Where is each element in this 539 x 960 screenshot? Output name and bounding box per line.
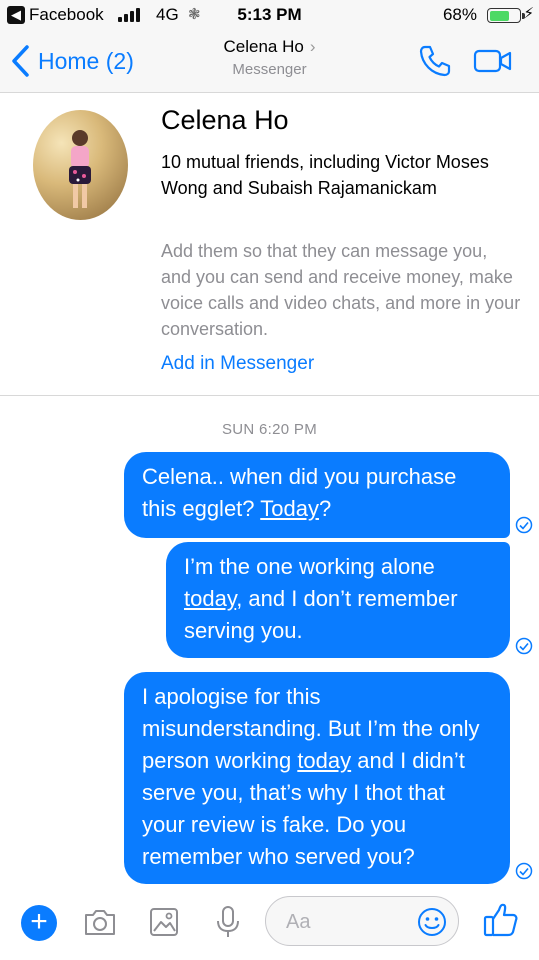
message-bubble[interactable]: Celena.. when did you purchase this eggl… bbox=[124, 452, 510, 538]
conversation-subtitle: Messenger bbox=[232, 61, 307, 78]
message-composer: + Aa bbox=[0, 888, 539, 960]
profile-photo bbox=[69, 130, 91, 208]
message-link[interactable]: Today bbox=[260, 496, 319, 521]
conversation-title[interactable]: Celena Ho › Messenger bbox=[0, 37, 539, 78]
camera-icon[interactable] bbox=[82, 904, 118, 940]
emoji-icon[interactable] bbox=[416, 906, 448, 938]
microphone-icon[interactable] bbox=[210, 904, 246, 940]
message-input-placeholder: Aa bbox=[286, 911, 311, 933]
add-info-text: Add them so that they can message you, a… bbox=[161, 241, 521, 339]
nav-bar: Home (2) Celena Ho › Messenger bbox=[0, 30, 539, 93]
read-receipt-icon bbox=[515, 862, 533, 880]
gallery-icon[interactable] bbox=[146, 904, 182, 940]
message-text: I’m the one working alone bbox=[184, 554, 435, 579]
plus-button[interactable]: + bbox=[21, 905, 57, 941]
profile-name: Celena Ho bbox=[161, 105, 289, 135]
message-text: ? bbox=[318, 496, 332, 521]
contact-profile-card: Celena Ho 10 mutual friends, including V… bbox=[0, 93, 539, 396]
contact-name: Celena Ho bbox=[223, 37, 304, 56]
read-receipt-icon bbox=[515, 516, 533, 534]
message-link[interactable]: today bbox=[184, 586, 236, 611]
read-receipt-icon bbox=[515, 637, 533, 655]
battery-icon bbox=[487, 8, 525, 23]
status-bar: ◀ Facebook 4G ❃ 5:13 PM 68% ⚡︎ bbox=[0, 0, 539, 30]
charging-icon: ⚡︎ bbox=[523, 5, 534, 22]
message-bubble[interactable]: I apologise for this misunderstanding. B… bbox=[124, 672, 510, 884]
message-timestamp: SUN 6:20 PM bbox=[222, 421, 317, 438]
message-bubble[interactable]: I’m the one working alone today, and I d… bbox=[166, 542, 510, 658]
message-input[interactable]: Aa bbox=[265, 896, 459, 946]
add-in-messenger-link[interactable]: Add in Messenger bbox=[161, 353, 314, 375]
avatar[interactable] bbox=[33, 110, 128, 220]
chevron-right-icon: › bbox=[309, 37, 316, 56]
battery-percent: 68% bbox=[442, 5, 477, 24]
message-link[interactable]: today bbox=[297, 748, 351, 773]
mutual-friends-text: 10 mutual friends, including Victor Mose… bbox=[161, 152, 489, 198]
video-camera-icon[interactable] bbox=[473, 48, 513, 74]
like-thumbs-up-icon[interactable] bbox=[481, 900, 521, 940]
phone-icon[interactable] bbox=[418, 44, 452, 78]
